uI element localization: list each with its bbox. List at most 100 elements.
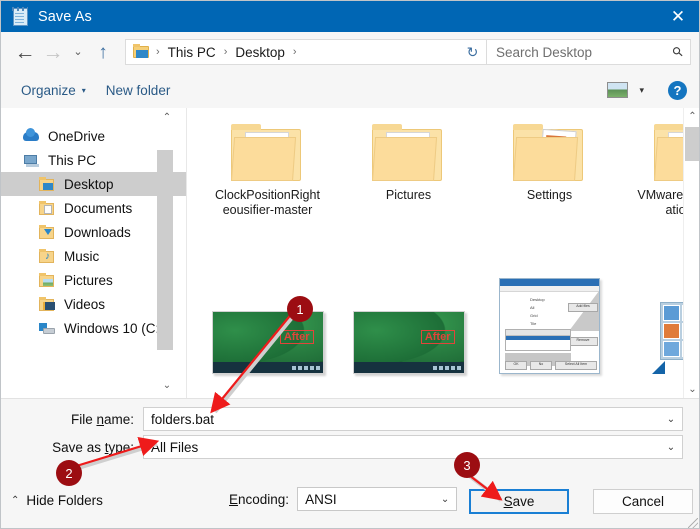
new-folder-button[interactable]: New folder	[106, 83, 171, 98]
hide-folders-button[interactable]: ⌃ Hide Folders	[11, 493, 103, 508]
sidebar-item-label: Music	[64, 248, 100, 264]
thumb-button: Remove	[568, 337, 598, 346]
thumb-option: Grid	[530, 313, 538, 318]
file-item[interactable]: Pictures	[348, 122, 469, 218]
search-input[interactable]: Search Desktop ⚲	[487, 39, 691, 65]
navigation-pane: ⌃ ⌄ OneDrive This PC Desktop Documents D…	[1, 108, 187, 398]
screenshot-thumbnail: After	[352, 311, 465, 374]
pictures-folder-icon	[39, 272, 56, 288]
file-item[interactable]: Settings	[489, 122, 610, 218]
thumb-button: Select All Item	[555, 361, 597, 370]
sidebar-item-label: Desktop	[64, 176, 114, 192]
scrollbar-thumb[interactable]	[685, 127, 699, 161]
save-button[interactable]: Save	[469, 489, 569, 514]
thumb-option: All	[530, 305, 535, 310]
breadcrumb-item-desktop[interactable]: Desktop	[233, 45, 287, 60]
cancel-button[interactable]: Cancel	[593, 489, 693, 514]
organize-button[interactable]: Organize ▾	[21, 83, 86, 98]
thumbnail-overlay-text: After	[420, 330, 455, 344]
organize-label: Organize	[21, 82, 76, 98]
sidebar-item-label: Videos	[64, 296, 106, 312]
file-item[interactable]: After	[348, 274, 469, 374]
search-icon: ⚲	[668, 43, 687, 61]
folder-icon	[133, 44, 150, 59]
file-row: After After Desktop All Grid Tile Add fi…	[187, 260, 699, 374]
file-name-value: folders.bat	[151, 411, 215, 427]
desktop-folder-icon	[39, 176, 56, 192]
encoding-select[interactable]: ANSI ⌄	[297, 487, 458, 511]
file-list-pane[interactable]: ClockPositionRighteousifier-master Pictu…	[187, 108, 699, 398]
file-grid: ClockPositionRighteousifier-master Pictu…	[187, 108, 699, 374]
videos-folder-icon	[39, 296, 56, 312]
folder-pictures-icon	[371, 122, 446, 182]
folder-document-icon	[512, 122, 587, 182]
save-as-type-label: Save as type:	[52, 439, 134, 455]
file-list-scrollbar[interactable]: ⌃ ⌄	[683, 108, 699, 398]
drive-icon	[39, 321, 56, 336]
close-icon[interactable]: ✕	[655, 1, 699, 32]
view-options-icon[interactable]	[607, 82, 629, 98]
folder-icon	[230, 122, 305, 182]
sidebar-item-label: Windows 10 (C:)	[64, 320, 164, 336]
file-row: ClockPositionRighteousifier-master Pictu…	[187, 108, 699, 218]
save-as-type-value: All Files	[151, 439, 199, 455]
this-pc-icon	[23, 153, 40, 168]
save-as-dialog: Save As ✕ ← → ⌄ ↑ › This PC › Desktop › …	[0, 0, 700, 529]
breadcrumb-separator[interactable]: ›	[287, 46, 303, 58]
file-item[interactable]: ClockPositionRighteousifier-master	[207, 122, 328, 218]
scroll-down-icon[interactable]: ⌄	[684, 381, 699, 398]
encoding-value: ANSI	[305, 491, 337, 507]
sidebar-item-onedrive[interactable]: OneDrive	[1, 124, 186, 148]
chevron-down-icon[interactable]: ▾	[639, 85, 644, 96]
chevron-down-icon: ▾	[81, 85, 86, 95]
downloads-folder-icon	[39, 224, 56, 240]
music-folder-icon: ♪	[39, 248, 56, 264]
sidebar-scroll-down-icon[interactable]: ⌄	[159, 378, 175, 394]
shortcut-arrow-icon	[651, 361, 665, 374]
command-bar: Organize ▾ New folder ▾ ?	[1, 72, 699, 109]
documents-folder-icon	[39, 200, 56, 216]
recent-locations-button[interactable]: ⌄	[67, 46, 89, 58]
thumb-button: No	[530, 361, 552, 370]
sidebar-item-label: Pictures	[64, 272, 113, 288]
scroll-up-icon[interactable]: ⌃	[684, 108, 699, 125]
thumbnail-overlay-text: After	[279, 330, 314, 344]
thumb-option: Desktop	[530, 297, 545, 302]
back-button[interactable]: ←	[11, 42, 39, 63]
forward-button: →	[42, 40, 64, 64]
screenshot-thumbnail: After	[211, 311, 324, 374]
sidebar-scroll-up-icon[interactable]: ⌃	[159, 110, 175, 126]
thumb-button: OK	[505, 361, 527, 370]
thumb-option: Tile	[530, 321, 537, 326]
file-name-input[interactable]: folders.bat ⌄	[143, 407, 683, 431]
save-as-type-select[interactable]: All Files ⌄	[143, 435, 683, 459]
sidebar-item-label: Documents	[64, 200, 133, 216]
breadcrumb-item-this-pc[interactable]: This PC	[166, 45, 218, 60]
search-placeholder: Search Desktop	[496, 44, 593, 60]
title-bar: Save As ✕	[1, 1, 699, 32]
sidebar-item-label: This PC	[48, 152, 97, 168]
chevron-down-icon[interactable]: ⌄	[434, 494, 456, 505]
chevron-up-icon: ⌃	[11, 495, 20, 506]
up-button[interactable]: ↑	[89, 43, 117, 62]
chevron-down-icon[interactable]: ⌄	[660, 414, 682, 425]
onedrive-icon	[23, 127, 40, 144]
command-bar-right: ▾ ?	[607, 80, 687, 100]
file-item[interactable]: After	[207, 274, 328, 374]
sidebar-item-label: Downloads	[64, 224, 131, 240]
resize-grip[interactable]	[688, 518, 698, 528]
file-name-row: File name: folders.bat ⌄	[1, 407, 683, 431]
encoding-label: Encoding:	[229, 491, 290, 507]
file-item-label: Pictures	[385, 188, 432, 202]
file-item[interactable]: Desktop All Grid Tile Add files Remove O…	[489, 274, 610, 374]
refresh-icon[interactable]: ↻	[459, 39, 487, 65]
dialog-body: ⌃ ⌄ OneDrive This PC Desktop Documents D…	[1, 108, 699, 398]
help-icon[interactable]: ?	[668, 80, 687, 100]
sidebar-scrollbar-thumb[interactable]	[157, 150, 173, 350]
notepad-icon	[11, 6, 29, 26]
chevron-down-icon[interactable]: ⌄	[660, 442, 682, 453]
navigation-bar: ← → ⌄ ↑ › This PC › Desktop › ↻ Search D…	[1, 32, 699, 72]
breadcrumb[interactable]: › This PC › Desktop ›	[125, 39, 459, 65]
thumb-button: Add files	[568, 303, 598, 312]
breadcrumb-separator: ›	[223, 46, 228, 58]
